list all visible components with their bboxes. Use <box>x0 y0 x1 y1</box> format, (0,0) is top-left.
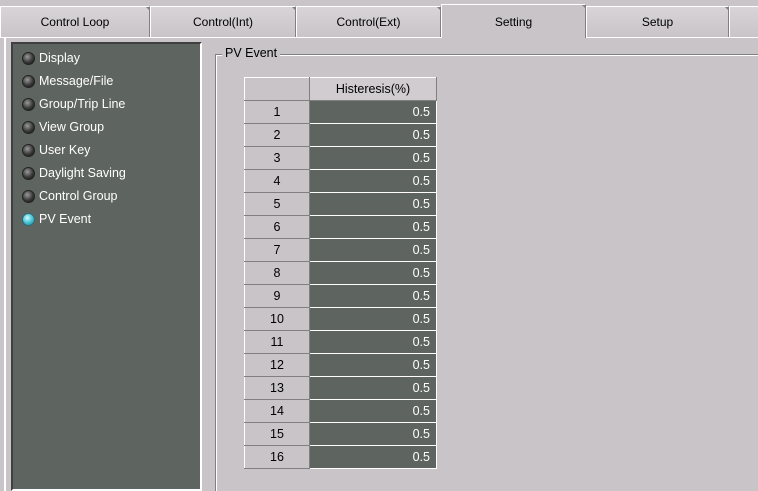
histeresis-cell[interactable]: 0.5 <box>309 123 437 147</box>
sidebar-item-user-key[interactable]: User Key <box>13 139 200 161</box>
table-row: 2 0.5 <box>244 123 437 147</box>
histeresis-cell[interactable]: 0.5 <box>309 215 437 239</box>
tab-setup[interactable]: Setup <box>586 6 729 37</box>
column-header-histeresis: Histeresis(%) <box>309 77 437 101</box>
sidebar-item-label: Control Group <box>39 189 118 203</box>
table-row: 10 0.5 <box>244 307 437 331</box>
tab-control-loop[interactable]: Control Loop <box>0 6 150 37</box>
sidebar-item-group-trip-line[interactable]: Group/Trip Line <box>13 93 200 115</box>
row-header: 12 <box>244 353 310 377</box>
sidebar-item-label: Message/File <box>39 74 114 88</box>
sidebar-item-control-group[interactable]: Control Group <box>13 185 200 207</box>
table-row: 16 0.5 <box>244 445 437 469</box>
histeresis-cell[interactable]: 0.5 <box>309 353 437 377</box>
row-header: 14 <box>244 399 310 423</box>
tab-label: Setup <box>641 15 674 29</box>
table-row: 4 0.5 <box>244 169 437 193</box>
histeresis-cell[interactable]: 0.5 <box>309 422 437 446</box>
sidebar-item-pv-event[interactable]: PV Event <box>13 208 200 230</box>
table-row: 13 0.5 <box>244 376 437 400</box>
histeresis-cell[interactable]: 0.5 <box>309 100 437 124</box>
tab-bar: Control Loop Control(Int) Control(Ext) S… <box>0 0 758 38</box>
row-header: 5 <box>244 192 310 216</box>
sidebar-item-label: View Group <box>39 120 105 134</box>
sidebar-item-label: Display <box>39 51 80 65</box>
tab-label: Control(Int) <box>192 15 254 29</box>
sidebar-item-label: User Key <box>39 143 91 157</box>
row-header: 3 <box>244 146 310 170</box>
tab-control-int[interactable]: Control(Int) <box>150 6 296 37</box>
groupbox-title: PV Event <box>222 46 281 60</box>
row-header: 9 <box>244 284 310 308</box>
led-indicator-icon <box>22 120 35 134</box>
tab-label: Setting <box>494 14 533 29</box>
tab-setting[interactable]: Setting <box>441 4 586 38</box>
tab-control-ext[interactable]: Control(Ext) <box>296 6 441 37</box>
row-header: 8 <box>244 261 310 285</box>
tab-notch <box>581 5 585 9</box>
sidebar-item-display[interactable]: Display <box>13 47 200 69</box>
sidebar-item-label: Daylight Saving <box>39 166 126 180</box>
row-header: 10 <box>244 307 310 331</box>
row-header: 16 <box>244 445 310 469</box>
histeresis-cell[interactable]: 0.5 <box>309 169 437 193</box>
sidebar-item-view-group[interactable]: View Group <box>13 116 200 138</box>
table-row: 14 0.5 <box>244 399 437 423</box>
histeresis-cell[interactable]: 0.5 <box>309 445 437 469</box>
histeresis-cell[interactable]: 0.5 <box>309 238 437 262</box>
tab-label: Control Loop <box>40 15 110 29</box>
pv-event-table: Histeresis(%) 1 0.5 2 0.5 3 0.5 4 0.5 5 … <box>244 77 437 469</box>
row-header: 4 <box>244 169 310 193</box>
histeresis-cell[interactable]: 0.5 <box>309 192 437 216</box>
table-row: 5 0.5 <box>244 192 437 216</box>
table-row: 15 0.5 <box>244 422 437 446</box>
table-row: 1 0.5 <box>244 100 437 124</box>
table-row: 8 0.5 <box>244 261 437 285</box>
histeresis-cell[interactable]: 0.5 <box>309 330 437 354</box>
row-header: 2 <box>244 123 310 147</box>
row-header: 1 <box>244 100 310 124</box>
row-header: 6 <box>244 215 310 239</box>
table-row: 11 0.5 <box>244 330 437 354</box>
led-indicator-active-icon <box>22 212 35 226</box>
row-header: 7 <box>244 238 310 262</box>
tab-label: Control(Ext) <box>336 15 401 29</box>
row-header: 15 <box>244 422 310 446</box>
sidebar-item-label: PV Event <box>39 212 92 226</box>
histeresis-cell[interactable]: 0.5 <box>309 261 437 285</box>
led-indicator-icon <box>22 143 35 157</box>
sidebar-item-label: Group/Trip Line <box>39 97 126 111</box>
sidebar: Display Message/File Group/Trip Line Vie… <box>11 42 202 491</box>
sidebar-item-daylight-saving[interactable]: Daylight Saving <box>13 162 200 184</box>
sidebar-item-message-file[interactable]: Message/File <box>13 70 200 92</box>
table-corner-cell <box>244 77 310 101</box>
led-indicator-icon <box>22 74 35 88</box>
histeresis-cell[interactable]: 0.5 <box>309 376 437 400</box>
histeresis-cell[interactable]: 0.5 <box>309 146 437 170</box>
table-row: 6 0.5 <box>244 215 437 239</box>
led-indicator-icon <box>22 51 35 65</box>
table-row: 9 0.5 <box>244 284 437 308</box>
table-header-row: Histeresis(%) <box>244 77 437 101</box>
tab-pr[interactable]: Pr <box>729 6 758 37</box>
histeresis-cell[interactable]: 0.5 <box>309 284 437 308</box>
table-row: 3 0.5 <box>244 146 437 170</box>
row-header: 11 <box>244 330 310 354</box>
led-indicator-icon <box>22 166 35 180</box>
table-row: 12 0.5 <box>244 353 437 377</box>
histeresis-cell[interactable]: 0.5 <box>309 307 437 331</box>
histeresis-cell[interactable]: 0.5 <box>309 399 437 423</box>
row-header: 13 <box>244 376 310 400</box>
led-indicator-icon <box>22 189 35 203</box>
led-indicator-icon <box>22 97 35 111</box>
table-row: 7 0.5 <box>244 238 437 262</box>
